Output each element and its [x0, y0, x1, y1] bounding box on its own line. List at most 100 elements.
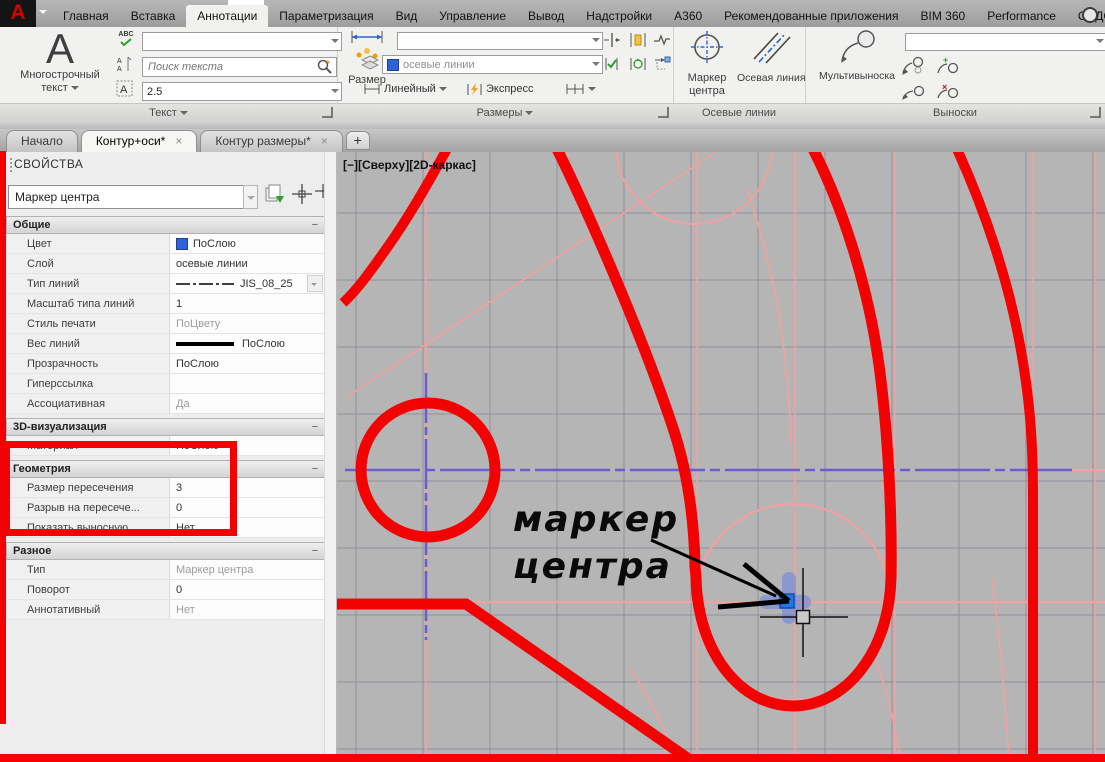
dim-break-icon[interactable] — [603, 32, 621, 53]
adjust-space-icon[interactable] — [629, 32, 647, 53]
dim-reassociate-icon[interactable] — [653, 56, 671, 77]
property-value[interactable]: Нет — [170, 600, 324, 619]
property-row: Стиль печатиПоЦвету — [6, 314, 325, 334]
property-value[interactable] — [170, 374, 324, 393]
property-value[interactable]: осевые линии — [170, 254, 324, 273]
linetype-dropdown-icon[interactable] — [307, 275, 323, 292]
text-style-combo[interactable] — [142, 32, 342, 51]
dim-layer-combo[interactable]: осевые линии — [382, 55, 603, 74]
property-value[interactable]: ПоЦвету — [170, 314, 324, 333]
dim-update-icon[interactable] — [629, 56, 647, 77]
remove-leader-icon[interactable]: + — [935, 56, 959, 81]
property-value[interactable]: ПоСлою — [170, 234, 324, 253]
collapse-icon[interactable]: − — [312, 421, 318, 433]
property-value[interactable]: Да — [170, 394, 324, 413]
ribbon-tab[interactable]: Рекомендованные приложения — [713, 5, 909, 27]
select-objects-icon[interactable] — [291, 183, 315, 207]
new-tab-button[interactable]: + — [346, 131, 370, 150]
svg-text:A: A — [117, 66, 122, 73]
object-type-combo-caret-icon[interactable] — [243, 185, 258, 209]
find-text-icon[interactable] — [316, 58, 334, 76]
add-leader-icon[interactable] — [901, 56, 925, 81]
property-value[interactable]: ПоСлою — [170, 354, 324, 373]
ribbon-tab[interactable]: BIM 360 — [910, 5, 977, 27]
text-height-icon[interactable]: A — [116, 80, 136, 98]
ribbon-panel-text: A Многострочный текст ABC AA A 2.5 — [0, 27, 338, 122]
svg-text:A: A — [117, 58, 122, 65]
express-dim-button[interactable]: Экспресс — [467, 80, 534, 98]
ribbon-tab[interactable]: Вывод — [517, 5, 575, 27]
file-tab[interactable]: Контур размеры*× — [200, 130, 342, 152]
dim-jog-icon[interactable] — [653, 32, 671, 53]
section-header[interactable]: Разное− — [6, 542, 325, 560]
property-row: АннотативныйНет — [6, 600, 325, 620]
svg-text:+: + — [943, 56, 948, 65]
drawing-canvas[interactable]: [−][Сверху][2D-каркас] маркер центра — [337, 152, 1105, 762]
panel-label-leaders[interactable]: Выноски — [805, 103, 1105, 122]
ribbon-tab[interactable]: Надстройки — [575, 5, 663, 27]
viewport-label[interactable]: [−][Сверху][2D-каркас] — [343, 158, 476, 172]
panel-label-text[interactable]: Текст — [0, 103, 337, 122]
text-align-icon[interactable]: AA — [116, 55, 136, 73]
linear-dim-button[interactable]: Линейный — [363, 80, 447, 98]
autocad-logo-icon[interactable]: A — [0, 0, 36, 27]
ribbon-tab[interactable]: Вид — [385, 5, 429, 27]
ribbon-tab[interactable]: A360 — [663, 5, 713, 27]
property-label: Слой — [7, 254, 170, 273]
color-swatch — [176, 238, 188, 250]
ribbon-tab[interactable]: Аннотации — [186, 5, 268, 27]
toggle-pickadd-icon[interactable] — [263, 183, 287, 207]
text-search-input[interactable] — [142, 57, 337, 77]
property-row: Вес линийПоСлою — [6, 334, 325, 354]
ribbon: A Многострочный текст ABC AA A 2.5 — [0, 27, 1105, 130]
property-row: Поворот0 — [6, 580, 325, 600]
dialog-launcher-icon[interactable] — [658, 107, 669, 118]
section-header[interactable]: Общие− — [6, 216, 325, 234]
info-circle-icon[interactable] — [1082, 7, 1098, 23]
file-tab[interactable]: Контур+оси*× — [81, 130, 198, 152]
property-label: Поворот — [7, 580, 170, 599]
ribbon-tab[interactable]: Управление — [428, 5, 517, 27]
ribbon-tab[interactable]: Вставка — [120, 5, 187, 27]
property-label: Цвет — [7, 234, 170, 253]
dim-style-combo[interactable] — [397, 32, 603, 50]
ribbon-bottom-strip — [0, 122, 1105, 129]
linetype-preview — [176, 281, 234, 287]
property-value[interactable]: 1 — [170, 294, 324, 313]
property-value[interactable]: JIS_08_25 — [170, 274, 324, 293]
collapse-icon[interactable]: − — [312, 545, 318, 557]
dialog-launcher-icon[interactable] — [1090, 107, 1101, 118]
panel-label-centerlines[interactable]: Осевые линии — [673, 103, 805, 122]
section-header[interactable]: 3D-визуализация− — [6, 418, 325, 436]
center-mark-icon — [688, 29, 726, 67]
property-row: ЦветПоСлою — [6, 234, 325, 254]
properties-body: Общие−ЦветПоСлоюСлойосевые линииТип лини… — [6, 216, 325, 620]
dim-baseline-button[interactable] — [565, 80, 596, 98]
property-row: Тип линийJIS_08_25 — [6, 274, 325, 294]
text-height-combo[interactable]: 2.5 — [142, 82, 342, 101]
property-value[interactable]: 0 — [170, 580, 324, 599]
collapse-icon[interactable]: − — [312, 219, 318, 231]
object-type-combo[interactable]: Маркер центра — [8, 185, 250, 209]
spell-check-icon[interactable]: ABC — [116, 31, 136, 49]
panel-label-dimensions[interactable]: Размеры — [337, 103, 673, 122]
ribbon-tab[interactable]: Performance — [976, 5, 1067, 27]
close-tab-icon[interactable]: × — [321, 131, 328, 152]
ribbon-tab[interactable]: Главная — [52, 5, 120, 27]
pickbox — [797, 611, 810, 624]
properties-scrollbar[interactable] — [324, 152, 336, 762]
ribbon-tab[interactable]: Параметризация — [268, 5, 384, 27]
file-tab[interactable]: Начало — [6, 130, 78, 152]
logo-dropdown-caret-icon[interactable] — [39, 10, 47, 18]
mleader-style-combo[interactable] — [905, 33, 1105, 51]
mtext-button[interactable]: A Многострочный текст — [8, 29, 112, 103]
centerline-icon — [748, 29, 792, 67]
close-tab-icon[interactable]: × — [175, 131, 182, 152]
ribbon-tab-bar: ГлавнаяВставкаАннотацииПараметризацияВид… — [52, 5, 1105, 27]
property-value[interactable]: ПоСлою — [170, 334, 324, 353]
dialog-launcher-icon[interactable] — [322, 107, 333, 118]
mtext-icon: A — [8, 29, 112, 69]
collapse-icon[interactable]: − — [312, 463, 318, 475]
dim-inspect-icon[interactable] — [603, 56, 621, 77]
property-value[interactable]: Маркер центра — [170, 560, 324, 579]
